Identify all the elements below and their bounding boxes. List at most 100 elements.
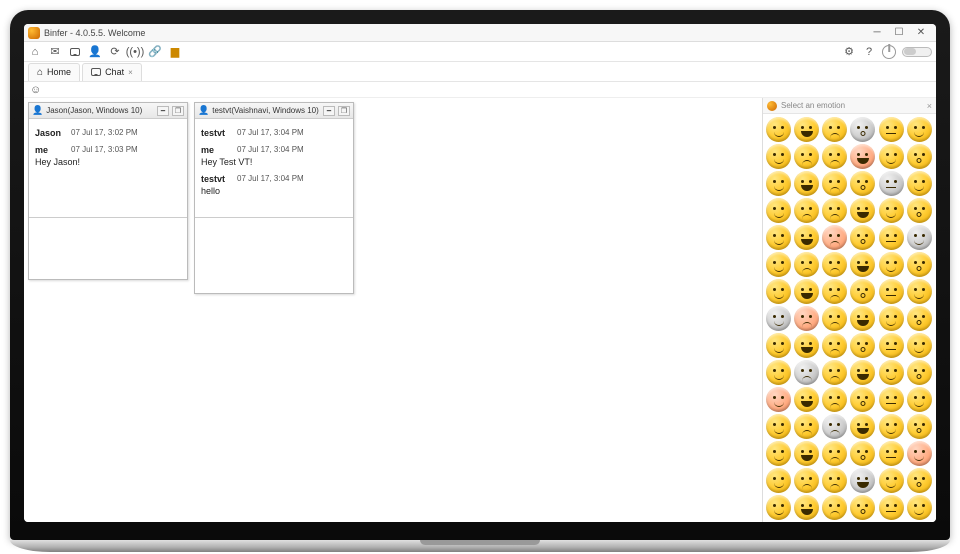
emoji-item[interactable]	[850, 144, 875, 169]
emoji-item[interactable]	[822, 117, 847, 142]
minimize-button[interactable]: ─	[866, 26, 888, 40]
emoji-item[interactable]	[907, 495, 932, 520]
refresh-icon[interactable]: ⟳	[108, 45, 122, 59]
emoji-item[interactable]	[907, 441, 932, 466]
emoji-item[interactable]	[794, 414, 819, 439]
emoji-item[interactable]	[879, 252, 904, 277]
emoji-item[interactable]	[850, 252, 875, 277]
emoji-item[interactable]	[794, 198, 819, 223]
user-icon[interactable]: 👤	[88, 45, 102, 59]
emoji-item[interactable]	[766, 441, 791, 466]
emoji-item[interactable]	[766, 468, 791, 493]
power-icon[interactable]	[882, 45, 896, 59]
toggle-switch[interactable]	[902, 47, 932, 57]
broadcast-icon[interactable]: ((•))	[128, 45, 142, 59]
emoji-item[interactable]	[850, 387, 875, 412]
emoji-item[interactable]	[794, 144, 819, 169]
emoji-item[interactable]	[907, 306, 932, 331]
emoji-item[interactable]	[794, 441, 819, 466]
emoji-toggle-icon[interactable]: ☺	[30, 84, 41, 96]
emoji-item[interactable]	[794, 387, 819, 412]
emoji-item[interactable]	[907, 414, 932, 439]
emoji-item[interactable]	[766, 306, 791, 331]
emoji-item[interactable]	[879, 360, 904, 385]
chat-restore-button[interactable]: ❐	[172, 106, 184, 116]
emoji-item[interactable]	[850, 117, 875, 142]
emoji-item[interactable]	[822, 495, 847, 520]
emoji-item[interactable]	[794, 117, 819, 142]
emoji-item[interactable]	[879, 387, 904, 412]
help-icon[interactable]: ?	[862, 45, 876, 59]
emoji-item[interactable]	[879, 279, 904, 304]
emoji-item[interactable]	[766, 333, 791, 358]
emoji-item[interactable]	[794, 468, 819, 493]
emoji-item[interactable]	[879, 117, 904, 142]
emoji-item[interactable]	[822, 468, 847, 493]
emoji-item[interactable]	[794, 360, 819, 385]
emoji-panel-close-icon[interactable]: ×	[927, 101, 932, 111]
emoji-item[interactable]	[794, 252, 819, 277]
emoji-item[interactable]	[794, 225, 819, 250]
emoji-item[interactable]	[850, 198, 875, 223]
emoji-item[interactable]	[879, 144, 904, 169]
emoji-item[interactable]	[879, 198, 904, 223]
emoji-item[interactable]	[850, 333, 875, 358]
emoji-item[interactable]	[907, 225, 932, 250]
emoji-item[interactable]	[850, 468, 875, 493]
emoji-item[interactable]	[850, 441, 875, 466]
emoji-item[interactable]	[766, 225, 791, 250]
emoji-item[interactable]	[766, 171, 791, 196]
emoji-item[interactable]	[879, 306, 904, 331]
maximize-button[interactable]: ☐	[888, 26, 910, 40]
emoji-item[interactable]	[766, 495, 791, 520]
emoji-item[interactable]	[879, 333, 904, 358]
emoji-item[interactable]	[766, 144, 791, 169]
chat-input[interactable]	[29, 217, 187, 277]
emoji-item[interactable]	[850, 360, 875, 385]
emoji-item[interactable]	[822, 171, 847, 196]
emoji-item[interactable]	[907, 468, 932, 493]
chat-minimize-button[interactable]: ━	[323, 106, 335, 116]
emoji-item[interactable]	[822, 225, 847, 250]
emoji-item[interactable]	[766, 387, 791, 412]
mail-icon[interactable]: ✉	[48, 45, 62, 59]
settings-icon[interactable]: ⚙	[842, 45, 856, 59]
emoji-item[interactable]	[822, 198, 847, 223]
emoji-item[interactable]	[794, 495, 819, 520]
emoji-item[interactable]	[907, 333, 932, 358]
folder-icon[interactable]: ▆	[168, 45, 182, 59]
emoji-item[interactable]	[766, 198, 791, 223]
emoji-item[interactable]	[907, 360, 932, 385]
close-button[interactable]: ✕	[910, 26, 932, 40]
emoji-item[interactable]	[879, 171, 904, 196]
link-icon[interactable]: 🔗	[148, 45, 162, 59]
emoji-item[interactable]	[907, 279, 932, 304]
emoji-item[interactable]	[794, 306, 819, 331]
emoji-item[interactable]	[850, 306, 875, 331]
emoji-item[interactable]	[822, 279, 847, 304]
chat-restore-button[interactable]: ❐	[338, 106, 350, 116]
emoji-item[interactable]	[766, 414, 791, 439]
emoji-item[interactable]	[850, 414, 875, 439]
emoji-item[interactable]	[850, 171, 875, 196]
emoji-item[interactable]	[907, 144, 932, 169]
emoji-item[interactable]	[879, 495, 904, 520]
emoji-item[interactable]	[907, 117, 932, 142]
emoji-item[interactable]	[822, 252, 847, 277]
emoji-item[interactable]	[794, 333, 819, 358]
emoji-item[interactable]	[822, 387, 847, 412]
emoji-item[interactable]	[822, 144, 847, 169]
emoji-item[interactable]	[794, 171, 819, 196]
emoji-item[interactable]	[822, 306, 847, 331]
emoji-item[interactable]	[907, 171, 932, 196]
emoji-item[interactable]	[907, 387, 932, 412]
chat-input[interactable]	[195, 217, 353, 277]
emoji-item[interactable]	[822, 360, 847, 385]
tab-chat[interactable]: Chat ×	[82, 63, 142, 81]
chat-icon[interactable]	[68, 45, 82, 59]
emoji-item[interactable]	[879, 225, 904, 250]
home-icon[interactable]: ⌂	[28, 45, 42, 59]
emoji-item[interactable]	[879, 441, 904, 466]
emoji-item[interactable]	[850, 225, 875, 250]
emoji-item[interactable]	[766, 360, 791, 385]
